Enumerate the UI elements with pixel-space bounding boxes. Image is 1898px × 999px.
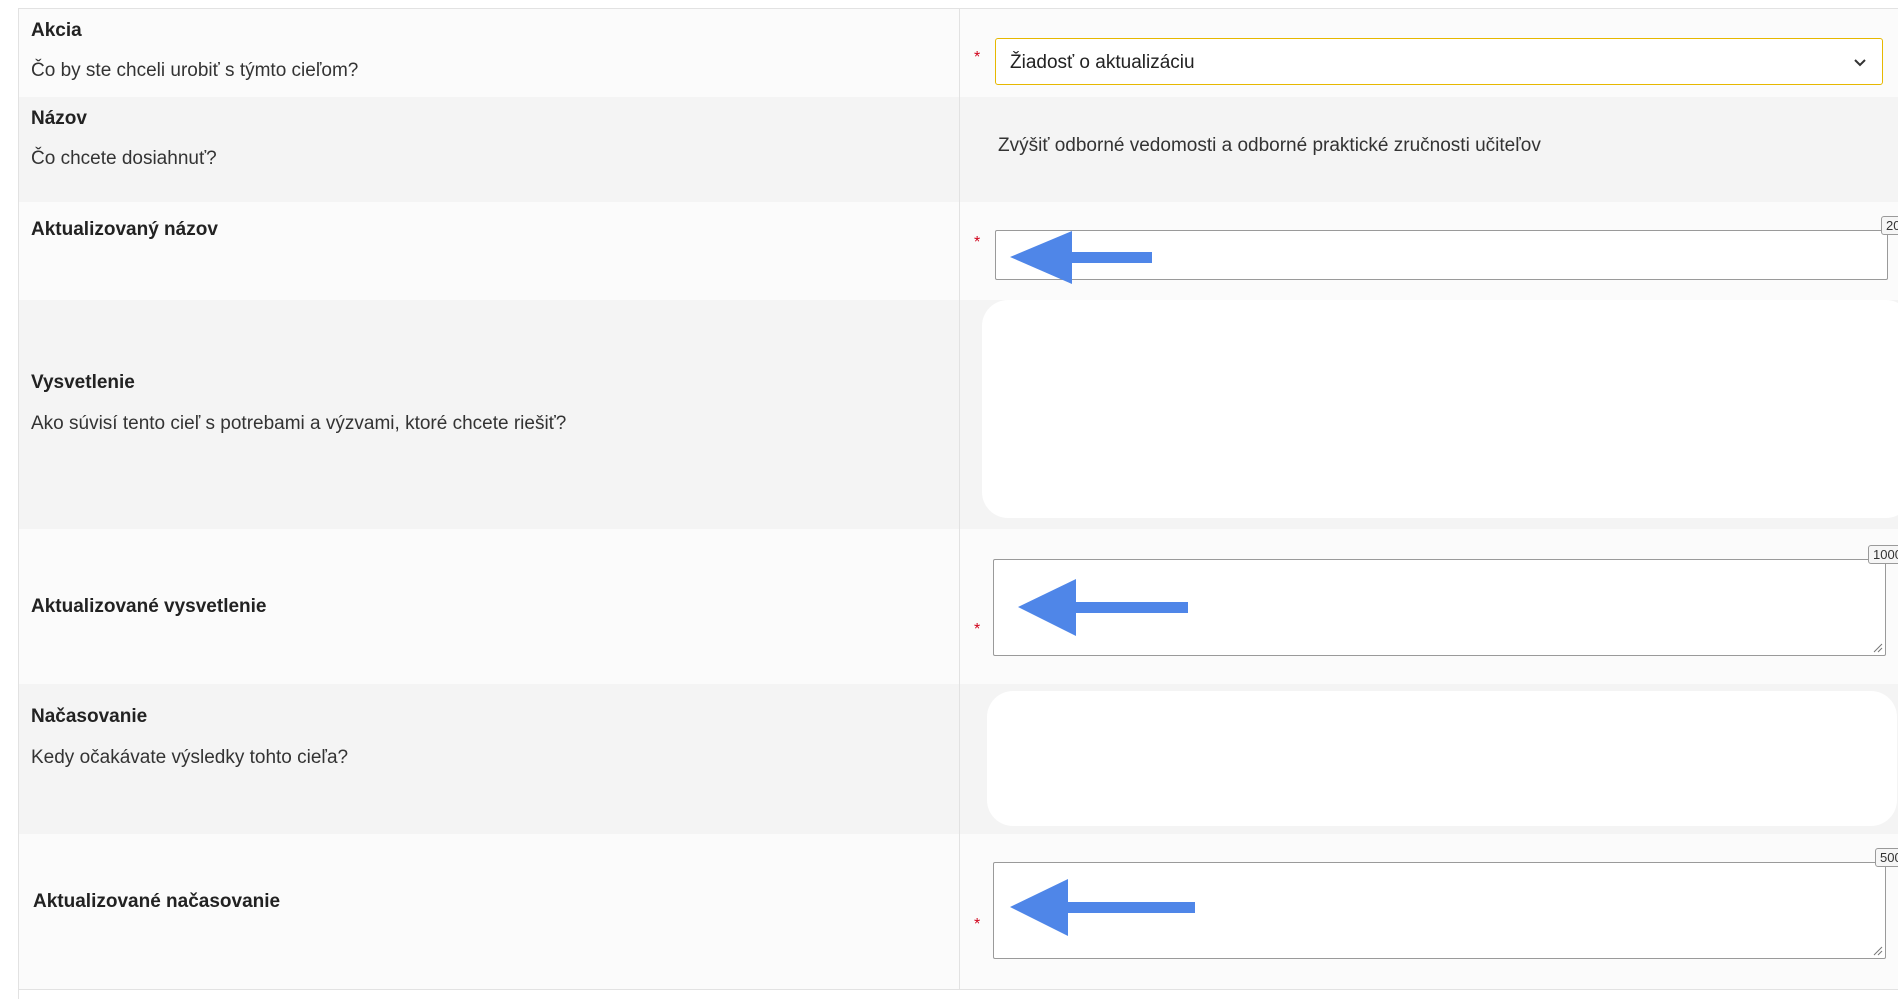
aktualizovane-nacasovanie-title: Aktualizované načasovanie <box>33 891 281 912</box>
label-column: Aktualizované vysvetlenie <box>19 529 960 684</box>
row-aktualizovany-nazov: Aktualizovaný názov * 200 <box>19 202 1898 301</box>
value-column: * 500 <box>960 834 1898 989</box>
vysvetlenie-subtitle: Ako súvisí tento cieľ s potrebami a výzv… <box>31 413 567 434</box>
value-column <box>960 684 1898 834</box>
resize-handle-icon[interactable] <box>1872 642 1883 653</box>
label-column: Načasovanie Kedy očakávate výsledky toht… <box>19 684 960 834</box>
value-column: * 200 <box>960 202 1898 300</box>
value-column <box>960 300 1898 529</box>
char-counter: 1000 <box>1868 545 1898 564</box>
row-aktualizovane-nacasovanie: Aktualizované načasovanie * 500 <box>19 834 1898 990</box>
left-arrow-annotation-icon <box>1010 879 1195 936</box>
updated-timing-textarea[interactable] <box>993 862 1886 959</box>
nacasovanie-title: Načasovanie <box>31 706 148 727</box>
nazov-title: Názov <box>31 108 87 129</box>
left-arrow-annotation-icon <box>1010 231 1152 284</box>
required-marker: * <box>974 916 981 933</box>
akcia-title: Akcia <box>31 20 82 41</box>
chevron-down-icon <box>1854 59 1866 67</box>
value-column: Zvýšiť odborné vedomosti a odborné prakt… <box>960 97 1898 202</box>
char-counter: 200 <box>1881 216 1898 235</box>
required-marker: * <box>974 621 981 638</box>
label-column: Vysvetlenie Ako súvisí tento cieľ s potr… <box>19 300 960 529</box>
nazov-value: Zvýšiť odborné vedomosti a odborné prakt… <box>998 135 1541 156</box>
required-marker: * <box>974 234 981 251</box>
row-akcia: Akcia Čo by ste chceli urobiť s týmto ci… <box>19 9 1898 98</box>
goal-update-form: Akcia Čo by ste chceli urobiť s týmto ci… <box>18 8 1898 999</box>
row-nazov: Názov Čo chcete dosiahnuť? Zvýšiť odborn… <box>19 97 1898 203</box>
label-column: Aktualizovaný názov <box>19 202 960 300</box>
label-column: Akcia Čo by ste chceli urobiť s týmto ci… <box>19 9 960 97</box>
label-column: Názov Čo chcete dosiahnuť? <box>19 97 960 202</box>
redacted-area <box>982 300 1898 518</box>
nazov-subtitle: Čo chcete dosiahnuť? <box>31 148 217 169</box>
updated-explanation-textarea[interactable] <box>993 559 1886 656</box>
row-aktualizovane-vysvetlenie: Aktualizované vysvetlenie * 1000 <box>19 529 1898 685</box>
row-nacasovanie: Načasovanie Kedy očakávate výsledky toht… <box>19 684 1898 835</box>
action-select[interactable]: Žiadosť o aktualizáciu <box>995 38 1883 85</box>
char-counter: 500 <box>1875 848 1898 867</box>
required-marker: * <box>974 49 981 66</box>
updated-name-input[interactable] <box>995 230 1888 284</box>
value-column: * 1000 <box>960 529 1898 684</box>
redacted-area <box>987 691 1897 826</box>
row-vysvetlenie: Vysvetlenie Ako súvisí tento cieľ s potr… <box>19 300 1898 530</box>
left-arrow-annotation-icon <box>1018 579 1188 636</box>
action-select-value: Žiadosť o aktualizáciu <box>1010 52 1195 73</box>
aktualizovany-nazov-title: Aktualizovaný názov <box>31 219 218 240</box>
value-column: * Žiadosť o aktualizáciu <box>960 9 1898 97</box>
vysvetlenie-title: Vysvetlenie <box>31 372 135 393</box>
akcia-subtitle: Čo by ste chceli urobiť s týmto cieľom? <box>31 60 359 81</box>
nacasovanie-subtitle: Kedy očakávate výsledky tohto cieľa? <box>31 747 349 768</box>
label-column: Aktualizované načasovanie <box>19 834 960 989</box>
aktualizovane-vysvetlenie-title: Aktualizované vysvetlenie <box>31 596 267 617</box>
resize-handle-icon[interactable] <box>1872 945 1883 956</box>
